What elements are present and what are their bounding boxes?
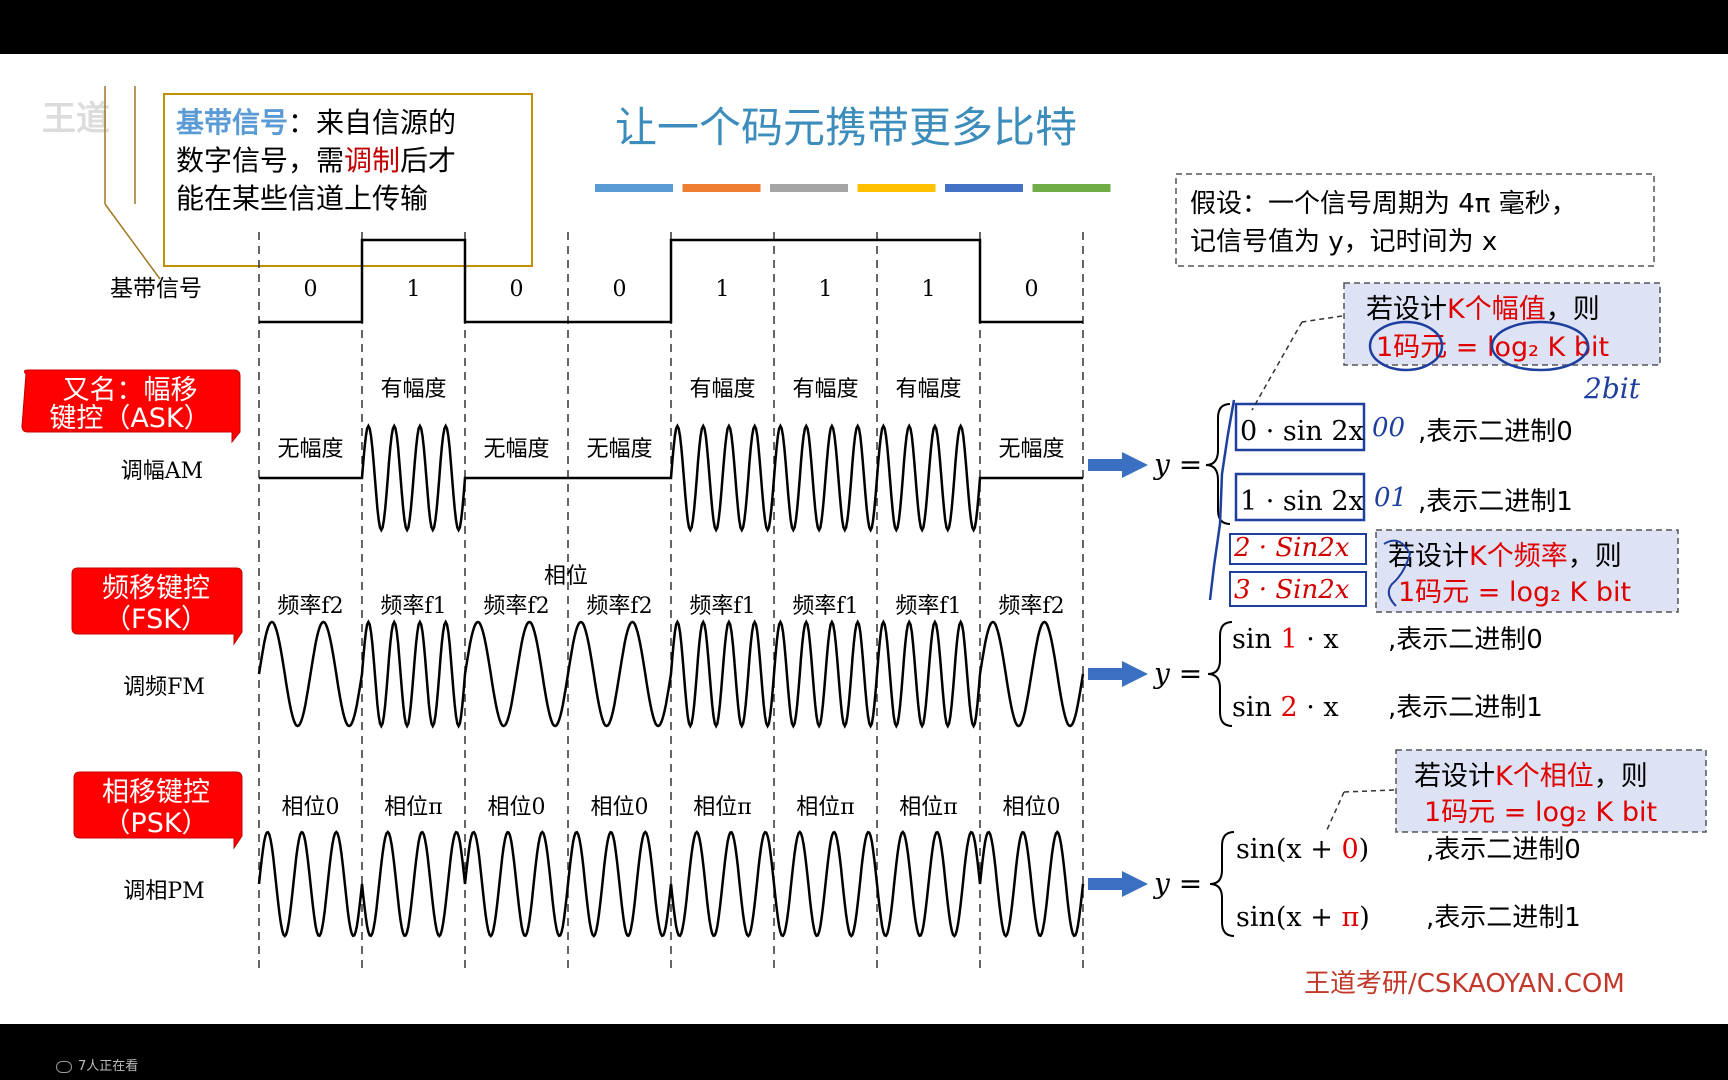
psk-note-0: ,表示二进制0	[1426, 835, 1581, 865]
baseband-bit-3: 0	[613, 277, 627, 302]
ask-badge-line1: 又名：幅移	[63, 375, 198, 406]
title-bar-4	[945, 184, 1023, 192]
viewers-icon	[56, 1060, 72, 1073]
baseband-label: 基带信号	[110, 276, 202, 302]
ask-label-6: 有幅度	[895, 377, 961, 402]
fsk-label-5: 频率f1	[792, 594, 858, 619]
fsk-note-1: ,表示二进制1	[1388, 693, 1543, 723]
fsk-sub-label: 调频FM	[123, 675, 205, 700]
assumption-line2: 记信号值为 y，记时间为 x	[1190, 227, 1497, 257]
psk-formula-0: sin(x + 0)	[1236, 834, 1369, 865]
fsk-note-0: ,表示二进制0	[1388, 625, 1543, 655]
viewer-count-text: 7人正在看	[78, 1059, 139, 1074]
psk-label-6: 相位π	[899, 795, 957, 820]
ask-note-0: ,表示二进制0	[1418, 417, 1573, 447]
fsk-label-1: 频率f1	[380, 594, 446, 619]
hw-sin-3: 3 · Sin2x	[1234, 575, 1350, 605]
fsk-label-4: 频率f1	[689, 594, 755, 619]
fsk-label-7: 频率f2	[998, 594, 1064, 619]
fsk-formula-1: sin 2 · x	[1232, 692, 1339, 723]
psk-sub-label: 调相PM	[123, 879, 204, 904]
ask-formula-1: 1 · sin 2x	[1240, 486, 1364, 517]
ask-badge-line2: 键控（ASK）	[49, 403, 210, 434]
ask-label-7: 无幅度	[998, 437, 1064, 462]
psk-y-eq: y =	[1152, 867, 1202, 900]
psk-brace	[1209, 831, 1235, 937]
footer-brand: 王道考研/CSKAOYAN.COM	[1304, 969, 1625, 999]
psk-label-3: 相位0	[591, 795, 649, 820]
fsk-badge-line1: 频移键控	[102, 573, 210, 604]
slide-canvas: 王道 基带信号：来自信源的 数字信号，需调制后才 能在某些信道上传输 让一个码元…	[21, 86, 1707, 999]
title-bar-3	[857, 184, 936, 192]
baseband-bit-7: 0	[1025, 277, 1039, 302]
psk-label-7: 相位0	[1003, 795, 1061, 820]
callout-frequency-line2: 1码元 = log₂ K bit	[1398, 577, 1631, 608]
fsk-label-3: 频率f2	[586, 594, 652, 619]
psk-label-1: 相位π	[384, 795, 442, 820]
callout-amplitude-line1: 若设计K个幅值，则	[1366, 294, 1600, 325]
psk-badge-line2: （PSK）	[103, 808, 208, 839]
ask-brace	[1205, 403, 1231, 525]
title-bar-0	[595, 184, 673, 192]
title-color-bars	[595, 184, 1111, 192]
intro-line1: 基带信号：来自信源的	[176, 106, 456, 139]
hw-sin-2: 2 · Sin2x	[1233, 533, 1350, 563]
fsk-label-0: 频率f2	[277, 594, 343, 619]
fsk-y-eq: y =	[1152, 657, 1202, 690]
fsk-label-2: 频率f2	[483, 594, 549, 619]
hw-2bit: 2bit	[1583, 372, 1641, 405]
callout-phase-line2: 1码元 = log₂ K bit	[1424, 797, 1657, 828]
ask-note-1: ,表示二进制1	[1418, 487, 1573, 517]
psk-arrow	[1088, 871, 1148, 897]
psk-label-2: 相位0	[488, 795, 546, 820]
fsk-arrow	[1088, 661, 1148, 687]
title-bar-1	[682, 184, 761, 192]
baseband-bit-1: 1	[407, 277, 421, 302]
psk-label-4: 相位π	[693, 795, 751, 820]
baseband-bit-5: 1	[819, 277, 833, 302]
fsk-label-6: 频率f1	[895, 594, 961, 619]
hw-00: 00	[1372, 413, 1405, 443]
callout-frequency-line1: 若设计K个频率，则	[1388, 541, 1622, 572]
ask-label-4: 有幅度	[689, 377, 755, 402]
title-bar-2	[770, 184, 848, 192]
baseband-bit-6: 1	[922, 277, 936, 302]
ask-sub-label: 调幅AM	[121, 459, 203, 484]
psk-badge-line1: 相移键控	[102, 777, 210, 808]
ask-label-1: 有幅度	[380, 377, 446, 402]
viewer-count: 7人正在看	[56, 1055, 138, 1074]
baseband-bit-0: 0	[304, 277, 318, 302]
fsk-formula-0: sin 1 · x	[1232, 624, 1339, 655]
psk-label-0: 相位0	[282, 795, 340, 820]
ask-y-eq: y =	[1152, 448, 1202, 481]
intro-line2: 数字信号，需调制后才	[176, 144, 456, 177]
callout-phase-line1: 若设计K个相位，则	[1414, 761, 1648, 792]
psk-note-1: ,表示二进制1	[1426, 903, 1581, 933]
fsk-brace	[1207, 621, 1233, 727]
title-bar-5	[1032, 184, 1111, 192]
fsk-phase-note: 相位	[544, 564, 588, 589]
ask-label-3: 无幅度	[586, 437, 652, 462]
ask-label-0: 无幅度	[277, 437, 343, 462]
slide-title: 让一个码元携带更多比特	[615, 103, 1077, 152]
psk-formula-1: sin(x + π)	[1236, 902, 1370, 933]
baseband-bit-2: 0	[510, 277, 524, 302]
assumption-line1: 假设：一个信号周期为 4π 毫秒，	[1190, 189, 1577, 219]
watermark-logo: 王道	[42, 99, 110, 139]
psk-label-5: 相位π	[796, 795, 854, 820]
hw-01: 01	[1374, 483, 1407, 513]
ask-label-2: 无幅度	[483, 437, 549, 462]
intro-line3: 能在某些信道上传输	[176, 182, 428, 215]
ask-label-5: 有幅度	[792, 377, 858, 402]
ask-formula-0: 0 · sin 2x	[1240, 416, 1364, 447]
fsk-badge-line2: （FSK）	[104, 604, 208, 635]
baseband-bit-4: 1	[716, 277, 730, 302]
ask-arrow	[1088, 452, 1148, 478]
slide: 王道 基带信号：来自信源的 数字信号，需调制后才 能在某些信道上传输 让一个码元…	[0, 54, 1728, 1024]
